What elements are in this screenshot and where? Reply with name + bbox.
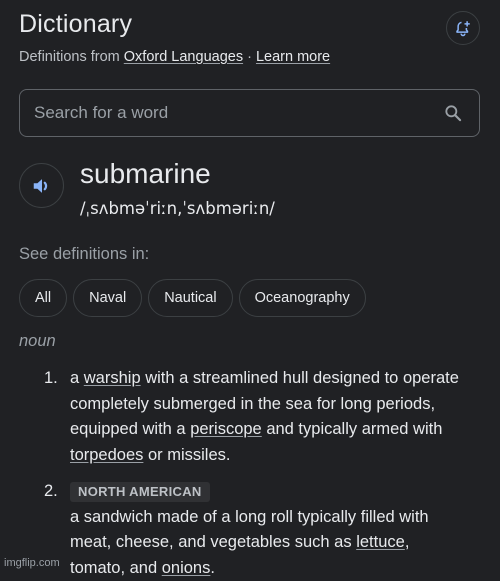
separator: · <box>243 49 256 65</box>
learn-more-link[interactable]: Learn more <box>256 49 330 65</box>
subscribe-bell-button[interactable] <box>446 11 480 45</box>
link-lettuce[interactable]: lettuce <box>356 533 405 551</box>
text-fragment: or missiles. <box>143 446 230 464</box>
text-fragment: and typically armed with <box>262 420 443 438</box>
pronunciation-audio-button[interactable] <box>19 163 64 208</box>
filter-label: See definitions in: <box>19 245 149 264</box>
watermark: imgflip.com <box>4 557 60 569</box>
chip-nautical[interactable]: Nautical <box>148 279 232 317</box>
search-field[interactable] <box>19 89 480 137</box>
link-periscope[interactable]: periscope <box>190 420 262 438</box>
chip-oceanography[interactable]: Oceanography <box>239 279 366 317</box>
oxford-languages-link[interactable]: Oxford Languages <box>124 49 243 65</box>
region-label: NORTH AMERICAN <box>70 482 210 502</box>
domain-filter-chips: All Naval Nautical Oceanography <box>19 279 366 317</box>
source-line: Definitions from Oxford Languages · Lear… <box>19 49 330 65</box>
phonetic-transcription: /ˌsʌbməˈriːn,ˈsʌbməriːn/ <box>80 199 275 218</box>
source-prefix: Definitions from <box>19 49 124 65</box>
link-torpedoes[interactable]: torpedoes <box>70 446 143 464</box>
chip-naval[interactable]: Naval <box>73 279 142 317</box>
definition-body: NORTH AMERICAN a sandwich made of a long… <box>70 479 464 581</box>
definition-item: 2. NORTH AMERICAN a sandwich made of a l… <box>44 479 464 581</box>
part-of-speech: noun <box>19 332 56 351</box>
definition-item: 1. a warship with a streamlined hull des… <box>44 366 464 468</box>
definition-text: a sandwich made of a long roll typically… <box>70 505 464 581</box>
headword: submarine <box>80 158 211 190</box>
speaker-icon <box>31 175 53 197</box>
search-input[interactable] <box>34 90 424 136</box>
text-fragment: a <box>70 369 84 387</box>
search-icon[interactable] <box>443 103 463 123</box>
chip-all[interactable]: All <box>19 279 67 317</box>
bell-plus-icon <box>454 19 472 37</box>
page-title: Dictionary <box>19 10 132 39</box>
definition-number: 1. <box>44 366 58 392</box>
link-warship[interactable]: warship <box>84 369 141 387</box>
definition-number: 2. <box>44 479 58 505</box>
definition-text: a warship with a streamlined hull design… <box>70 366 464 468</box>
